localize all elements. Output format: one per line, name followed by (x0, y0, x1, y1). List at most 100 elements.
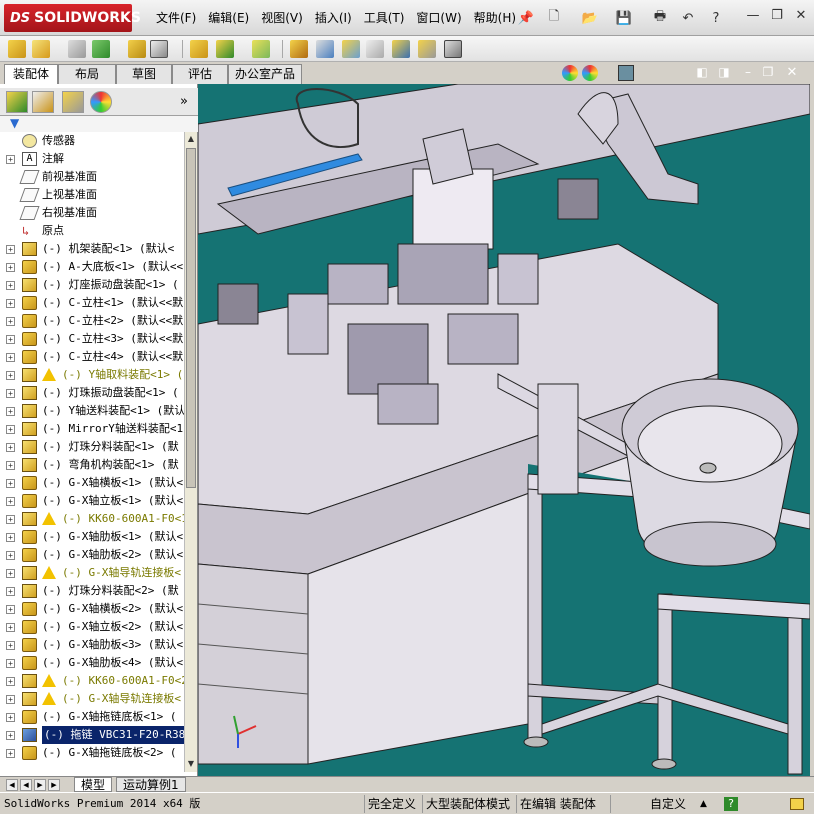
tree-row[interactable]: + (-) 弯角机构装配<1> (默 (0, 456, 184, 474)
expand-toggle-icon[interactable]: + (6, 713, 15, 722)
expand-toggle-icon[interactable]: + (6, 641, 15, 650)
insert-component-icon[interactable] (8, 40, 26, 58)
rebuild-status-icon[interactable] (790, 798, 804, 810)
minimize-icon[interactable]: — (742, 6, 764, 24)
expand-toggle-icon[interactable]: + (6, 245, 15, 254)
bill-of-materials-icon[interactable] (290, 40, 308, 58)
viewport-close-icon[interactable]: ✕ (784, 65, 800, 81)
large-assembly-icon[interactable] (444, 40, 462, 58)
scene-icon[interactable] (582, 65, 598, 81)
feature-manager-tab-icon[interactable] (6, 91, 28, 113)
menu-file[interactable]: 文件(F) (150, 10, 202, 26)
expand-toggle-icon[interactable]: + (6, 299, 15, 308)
expand-toggle-icon[interactable]: + (6, 479, 15, 488)
scroll-thumb[interactable] (186, 148, 196, 488)
expand-toggle-icon[interactable]: + (6, 371, 15, 380)
tree-row[interactable]: + (-) G-X轴导轨连接板< (0, 564, 184, 582)
show-hidden-icon[interactable] (190, 40, 208, 58)
tree-row[interactable]: + (-) 机架装配<1> (默认< (0, 240, 184, 258)
tree-row[interactable]: + (-) G-X轴拖链底板<1> ( (0, 708, 184, 726)
menu-tools[interactable]: 工具(T) (358, 10, 411, 26)
tree-row[interactable]: + (-) G-X轴肋板<4> (默认< (0, 654, 184, 672)
move-component-icon[interactable] (150, 40, 168, 58)
prev-tab-icon[interactable]: ◀ (20, 779, 32, 791)
expand-toggle-icon[interactable]: + (6, 749, 15, 758)
new-part-icon[interactable] (32, 40, 50, 58)
tree-row[interactable]: 传感器 (0, 132, 184, 150)
tree-row[interactable]: + (-) 灯座振动盘装配<1> ( (0, 276, 184, 294)
expand-toggle-icon[interactable]: + (6, 605, 15, 614)
expand-toggle-icon[interactable]: + (6, 569, 15, 578)
smart-fasteners-icon[interactable] (128, 40, 146, 58)
tree-row[interactable]: 上视基准面 (0, 186, 184, 204)
tab-layout[interactable]: 布局 (58, 64, 116, 84)
instant3d-icon[interactable] (418, 40, 436, 58)
expand-toggle-icon[interactable]: + (6, 533, 15, 542)
menu-edit[interactable]: 编辑(E) (202, 10, 255, 26)
previous-view-icon[interactable]: ◧ (694, 65, 710, 81)
clearance-verification-icon[interactable] (392, 40, 410, 58)
help-icon[interactable]: ? (706, 8, 726, 28)
tree-row[interactable]: + (-) G-X轴肋板<2> (默认< (0, 546, 184, 564)
tree-row[interactable]: + (-) 灯珠振动盘装配<1> ( (0, 384, 184, 402)
tree-row[interactable]: 前视基准面 (0, 168, 184, 186)
viewport-restore-icon[interactable]: ❐ (760, 65, 776, 81)
reference-geometry-icon[interactable] (252, 40, 270, 58)
expand-toggle-icon[interactable]: + (6, 677, 15, 686)
units-status[interactable]: 自定义 (650, 796, 686, 812)
tree-row[interactable]: + (-) KK60-600A1-F0<1> (0, 510, 184, 528)
tree-row[interactable]: + (-) C-立柱<1> (默认<<默 (0, 294, 184, 312)
tree-scrollbar[interactable]: ▲ ▼ (184, 132, 197, 772)
tree-row[interactable]: + (-) C-立柱<2> (默认<<默 (0, 312, 184, 330)
tree-row[interactable]: + (-) C-立柱<3> (默认<<默 (0, 330, 184, 348)
tree-row[interactable]: + (-) G-X轴肋板<1> (默认< (0, 528, 184, 546)
expand-toggle-icon[interactable]: + (6, 695, 15, 704)
tab-sketch[interactable]: 草图 (116, 64, 172, 84)
property-manager-tab-icon[interactable] (32, 91, 54, 113)
expand-toggle-icon[interactable]: + (6, 461, 15, 470)
tree-row[interactable]: + (-) G-X轴肋板<3> (默认< (0, 636, 184, 654)
expand-toggle-icon[interactable]: + (6, 335, 15, 344)
save-icon[interactable]: 💾 (614, 8, 634, 28)
tree-row[interactable]: + (-) G-X轴导轨连接板< (0, 690, 184, 708)
tree-row[interactable]: + (-) 灯珠分料装配<1> (默 (0, 438, 184, 456)
tree-row[interactable]: + (-) 拖链 VBC31-F20-R38 (0, 726, 184, 744)
solidworks-logo[interactable]: DS SOLIDWORKS (4, 4, 141, 32)
interference-detection-icon[interactable] (366, 40, 384, 58)
tree-row[interactable]: + (-) G-X轴立板<2> (默认< (0, 618, 184, 636)
tree-row[interactable]: + A 注解 (0, 150, 184, 168)
close-icon[interactable]: ✕ (790, 6, 812, 24)
tree-row[interactable]: + (-) Y轴取料装配<1> ( (0, 366, 184, 384)
linear-pattern-icon[interactable] (92, 40, 110, 58)
tree-row[interactable]: + (-) G-X轴拖链底板<2> ( (0, 744, 184, 762)
tree-row[interactable]: + (-) G-X轴横板<1> (默认< (0, 474, 184, 492)
tab-motion-study[interactable]: 运动算例1 (116, 777, 186, 792)
tree-row[interactable]: + (-) 灯珠分料装配<2> (默 (0, 582, 184, 600)
assembly-features-icon[interactable] (216, 40, 234, 58)
expand-toggle-icon[interactable]: + (6, 155, 15, 164)
appearance-icon[interactable] (562, 65, 578, 81)
tree-row[interactable]: + (-) MirrorY轴送料装配<1 (0, 420, 184, 438)
last-tab-icon[interactable]: ▶ (48, 779, 60, 791)
expand-toggle-icon[interactable]: + (6, 389, 15, 398)
expand-toggle-icon[interactable]: + (6, 731, 15, 740)
pin-icon[interactable]: 📌 (516, 8, 536, 28)
expand-panel-chevron-icon[interactable]: » (180, 94, 188, 109)
expand-toggle-icon[interactable]: + (6, 353, 15, 362)
units-dropdown-icon[interactable]: ▲ (700, 796, 707, 812)
expand-toggle-icon[interactable]: + (6, 425, 15, 434)
explode-line-sketch-icon[interactable] (342, 40, 360, 58)
tree-row[interactable]: + (-) G-X轴横板<2> (默认< (0, 600, 184, 618)
expand-toggle-icon[interactable]: + (6, 263, 15, 272)
tab-model[interactable]: 模型 (74, 777, 113, 792)
expand-toggle-icon[interactable]: + (6, 497, 15, 506)
tree-row[interactable]: + (-) C-立柱<4> (默认<<默 (0, 348, 184, 366)
filter-icon[interactable]: ▼ (10, 116, 19, 130)
configuration-manager-tab-icon[interactable] (62, 91, 84, 113)
help-status-icon[interactable]: ? (724, 797, 738, 811)
tree-row[interactable]: + (-) A-大底板<1> (默认<< (0, 258, 184, 276)
menu-view[interactable]: 视图(V) (255, 10, 309, 26)
display-manager-tab-icon[interactable] (90, 91, 112, 113)
expand-toggle-icon[interactable]: + (6, 551, 15, 560)
tree-row[interactable]: + (-) G-X轴立板<1> (默认< (0, 492, 184, 510)
